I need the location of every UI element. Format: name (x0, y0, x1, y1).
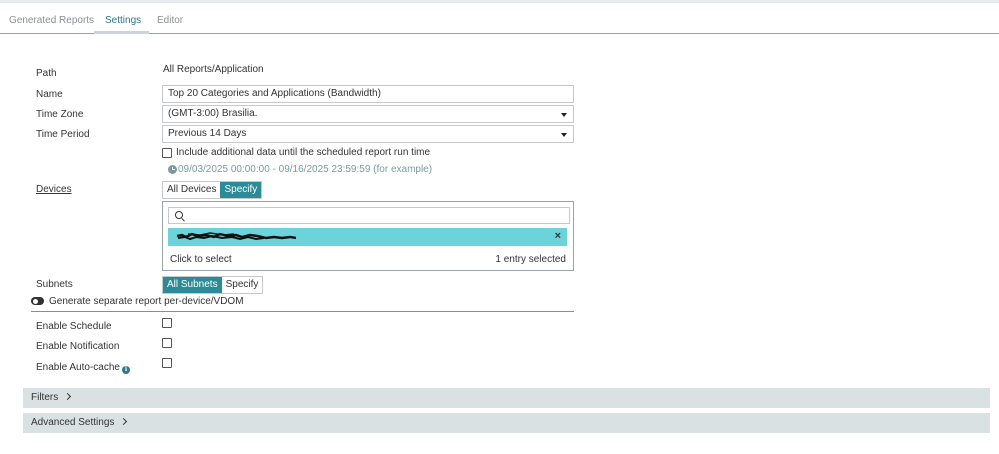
devices-specify-button[interactable]: Specify (220, 182, 262, 198)
time-zone-select[interactable]: (GMT-3:00) Brasilia. (162, 105, 574, 123)
name-input[interactable]: Top 20 Categories and Applications (Band… (162, 85, 574, 103)
active-tab-indicator (94, 31, 149, 34)
chevron-right-icon (64, 392, 72, 401)
filters-section-header[interactable]: Filters (23, 388, 990, 408)
time-zone-label: Time Zone (36, 109, 84, 120)
time-period-select[interactable]: Previous 14 Days (162, 125, 574, 143)
path-value: All Reports/Application (163, 64, 264, 75)
enable-notification-label: Enable Notification (36, 341, 120, 352)
devices-all-button[interactable]: All Devices (163, 182, 220, 198)
caret-down-icon (561, 133, 567, 137)
enable-schedule-label: Enable Schedule (36, 321, 112, 332)
filters-section-title: Filters (31, 392, 72, 403)
advanced-settings-section-title: Advanced Settings (31, 417, 128, 428)
clock-icon (168, 165, 177, 174)
devices-label: Devices (36, 184, 72, 195)
device-search-input[interactable] (187, 208, 567, 223)
path-label: Path (36, 68, 57, 79)
time-zone-value: (GMT-3:00) Brasilia. (168, 108, 258, 119)
example-range-text: 09/03/2025 00:00:00 - 09/16/2025 23:59:5… (178, 164, 433, 175)
example-range: 09/03/2025 00:00:00 - 09/16/2025 23:59:5… (168, 164, 432, 175)
name-label: Name (36, 89, 63, 100)
selected-device-chip[interactable]: × (168, 228, 567, 246)
advanced-settings-section-text: Advanced Settings (31, 417, 115, 428)
filters-section-text: Filters (31, 392, 59, 403)
click-to-select-text[interactable]: Click to select (170, 254, 232, 265)
device-search (168, 207, 570, 224)
caret-down-icon (561, 113, 567, 117)
subnets-specify-button[interactable]: Specify (222, 277, 263, 293)
advanced-settings-section-header[interactable]: Advanced Settings (23, 413, 990, 433)
close-icon[interactable]: × (555, 230, 561, 242)
enable-notification-checkbox[interactable] (162, 338, 172, 348)
redacted-device-name (176, 232, 296, 241)
time-period-value: Previous 14 Days (168, 128, 247, 139)
subnets-segmented-control: All Subnets Specify (162, 276, 264, 294)
tab-bar: Generated Reports Settings Editor (0, 3, 999, 34)
chevron-right-icon (120, 417, 128, 426)
selected-count-text: 1 entry selected (495, 254, 566, 265)
devices-segmented-control: All Devices Specify (162, 181, 263, 199)
name-input-value: Top 20 Categories and Applications (Band… (168, 88, 381, 99)
enable-schedule-checkbox[interactable] (162, 318, 172, 328)
include-additional-label: Include additional data until the schedu… (176, 147, 431, 158)
device-picker: × Click to select 1 entry selected (162, 201, 574, 271)
separate-report-label: Generate separate report per-device/VDOM (49, 296, 244, 307)
divider (31, 311, 574, 312)
info-icon[interactable]: i (121, 366, 130, 374)
tab-editor[interactable]: Editor (157, 15, 183, 26)
tab-settings[interactable]: Settings (105, 15, 141, 26)
subnets-label: Subnets (36, 279, 73, 290)
tab-generated-reports[interactable]: Generated Reports (9, 15, 94, 26)
search-icon (175, 211, 183, 219)
separate-report-toggle[interactable] (31, 297, 44, 305)
enable-autocache-label: Enable Auto-cache i (36, 362, 130, 374)
time-period-label: Time Period (36, 129, 90, 140)
enable-autocache-text: Enable Auto-cache (36, 362, 120, 373)
enable-autocache-checkbox[interactable] (162, 358, 172, 368)
subnets-all-button[interactable]: All Subnets (163, 277, 222, 293)
include-additional-checkbox[interactable] (162, 148, 172, 158)
